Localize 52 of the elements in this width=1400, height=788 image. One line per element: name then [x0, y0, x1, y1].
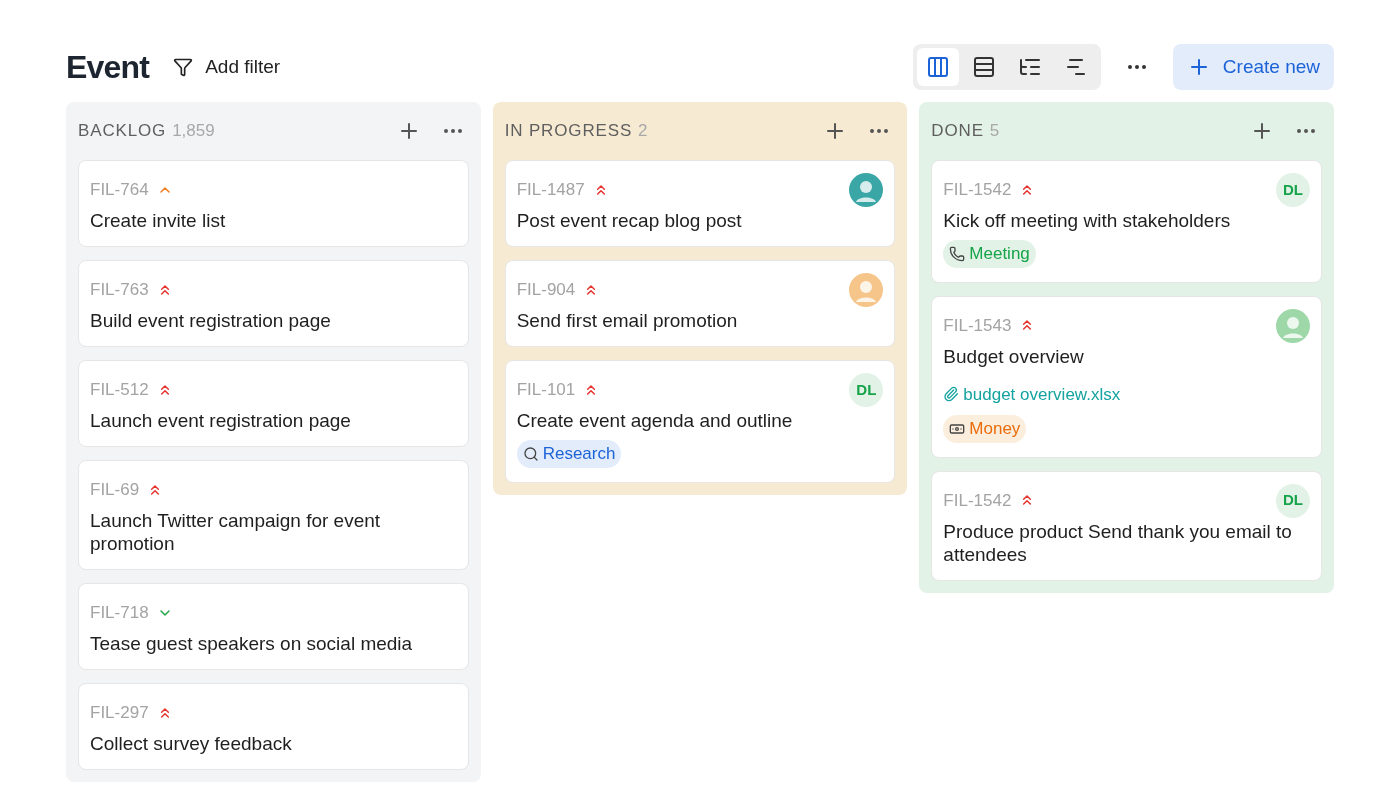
task-title: Launch event registration page — [90, 409, 352, 432]
task-title: Post event recap blog post — [516, 209, 743, 232]
column-count: 5 — [989, 120, 1000, 143]
task-card[interactable]: FIL-764 Create invite list — [78, 160, 469, 247]
task-title: Tease guest speakers on social media — [90, 632, 414, 655]
task-id: FIL-297 — [90, 702, 149, 724]
avatar-silhouette-icon[interactable] — [849, 173, 884, 207]
task-title: Launch Twitter campaign for event promotion — [90, 509, 382, 555]
task-title: Build event registration page — [90, 309, 332, 332]
tag[interactable]: Research — [516, 440, 622, 468]
task-title: Collect survey feedback — [90, 732, 293, 755]
task-id: FIL-69 — [90, 479, 140, 501]
column-count: 1,859 — [172, 120, 215, 143]
task-id: FIL-764 — [90, 179, 149, 201]
task-card[interactable]: FIL-297 Collect survey feedback — [78, 683, 469, 770]
task-title: Kick off meeting with stakeholders — [943, 209, 1232, 232]
task-title: Create invite list — [90, 209, 227, 232]
task-id: FIL-1542 — [943, 489, 1012, 512]
task-card[interactable]: FIL-1542 DL Produce product Send thank you email to attendees — [931, 470, 1322, 581]
task-title: Create event agenda and outline — [516, 409, 794, 432]
filter-icon — [173, 57, 194, 77]
task-title: Budget overview — [943, 344, 1085, 368]
task-card[interactable]: FIL-1487 Post event recap blog post — [504, 160, 896, 247]
task-id: FIL-512 — [90, 379, 149, 401]
task-card[interactable]: FIL-69 Launch Twitter campaign for event promotion — [78, 460, 469, 570]
view-icon — [971, 55, 996, 79]
column-count: 2 — [638, 120, 648, 143]
create-new-button[interactable]: Create new — [1172, 44, 1334, 90]
page-title: Event — [66, 48, 150, 87]
task-id: FIL-718 — [90, 602, 149, 624]
task-id: FIL-1487 — [516, 179, 585, 201]
task-id: FIL-763 — [90, 279, 149, 301]
task-id: FIL-1543 — [943, 314, 1012, 337]
paperclip-icon — [943, 386, 960, 403]
task-card[interactable]: FIL-101 DL Create event agenda and outline Research — [504, 360, 896, 483]
task-card[interactable]: FIL-512 Launch event registration page — [78, 360, 469, 447]
task-id: FIL-904 — [516, 279, 576, 301]
task-card[interactable]: FIL-904 Send first email promotion — [504, 260, 896, 347]
task-card[interactable]: FIL-763 Build event registration page — [78, 260, 469, 347]
column-title: DONE — [931, 120, 984, 143]
add-filter-button[interactable]: Add filter — [173, 52, 281, 82]
tag-icon — [949, 245, 966, 262]
task-id: FIL-1542 — [943, 179, 1012, 201]
column-title: IN PROGRESS — [504, 120, 633, 143]
task-id: FIL-101 — [516, 379, 576, 401]
view-icon — [925, 55, 950, 79]
task-title: Send first email promotion — [516, 309, 739, 332]
view-toggle[interactable] — [916, 48, 959, 86]
task-card[interactable]: FIL-718 Tease guest speakers on social media — [78, 583, 469, 670]
task-title: Produce product Send thank you email to attendees — [943, 519, 1293, 566]
tag-icon — [522, 445, 539, 462]
column-title: BACKLOG — [78, 120, 167, 143]
